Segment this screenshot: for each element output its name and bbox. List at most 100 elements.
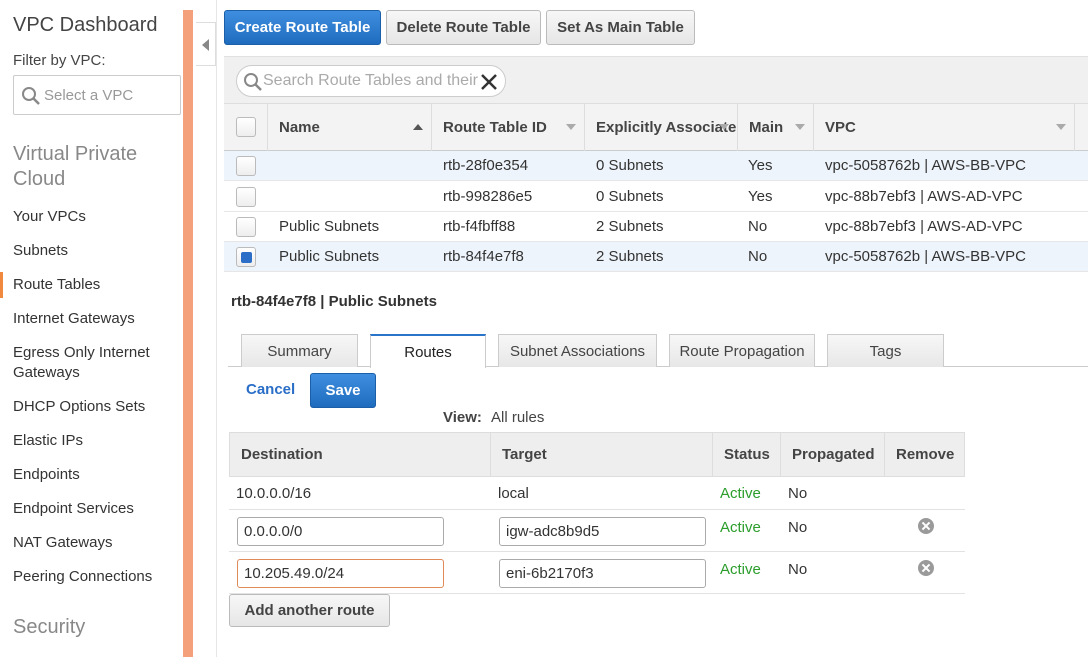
route-propagated: No [788,561,808,578]
cancel-link[interactable]: Cancel [246,381,295,398]
sidebar-item-your-vpcs[interactable]: Your VPCs [13,207,178,227]
target-input[interactable] [499,559,706,588]
cell-explicitly-associated: 0 Subnets [596,188,664,205]
column-label: Route Table ID [443,119,547,136]
view-select[interactable]: All rules [491,409,544,426]
cell-explicitly-associated: 0 Subnets [596,157,664,174]
create-route-table-button[interactable]: Create Route Table [224,10,381,45]
column-header-target: Target [491,433,713,476]
route-status: Active [720,519,761,536]
section-security[interactable]: Security [13,615,85,640]
sidebar-title[interactable]: VPC Dashboard [13,14,158,37]
row-checkbox[interactable] [236,156,256,176]
route-destination: 10.0.0.0/16 [236,485,312,502]
detail-title: rtb-84f4e7f8 | Public Subnets [231,293,437,310]
save-button[interactable]: Save [310,373,376,408]
tab-subnet-associations[interactable]: Subnet Associations [498,334,657,367]
sidebar-item-internet-gateways[interactable]: Internet Gateways [13,309,178,329]
destination-input[interactable] [237,559,444,588]
clear-icon[interactable] [479,72,499,92]
collapse-sidebar-button[interactable] [196,22,216,66]
column-header-vpc[interactable]: VPC [815,104,1075,151]
add-another-route-button[interactable]: Add another route [229,594,390,627]
search-icon [22,87,40,105]
column-label: Main [749,119,784,136]
route-row: Active No [229,510,965,552]
row-checkbox[interactable] [236,247,256,267]
cell-explicitly-associated: 2 Subnets [596,218,664,235]
sort-icon [1056,124,1066,130]
sidebar-item-subnets[interactable]: Subnets [13,241,178,261]
table-row[interactable]: rtb-28f0e354 0 Subnets Yes vpc-5058762b … [224,151,1088,181]
table-row[interactable]: Public Subnets rtb-f4fbff88 2 Subnets No… [224,212,1088,242]
target-input[interactable] [499,517,706,546]
tab-summary[interactable]: Summary [241,334,358,367]
view-label: View: [443,409,482,426]
cell-route-table-id: rtb-28f0e354 [443,157,529,174]
select-all-cell [224,104,268,151]
sidebar-resize-strip[interactable] [183,10,193,657]
sidebar-item-route-tables[interactable]: Route Tables [13,275,178,295]
tab-route-propagation[interactable]: Route Propagation [669,334,815,367]
route-target: local [498,485,529,502]
column-header-route-table-id[interactable]: Route Table ID [433,104,585,151]
remove-icon[interactable] [918,518,934,534]
sidebar-item-dhcp-options-sets[interactable]: DHCP Options Sets [13,397,178,417]
sidebar-item-endpoints[interactable]: Endpoints [13,465,178,485]
route-row: Active No [229,552,965,594]
cell-route-table-id: rtb-84f4e7f8 [443,248,524,265]
tab-routes[interactable]: Routes [370,334,486,368]
collapse-icon [202,39,209,51]
sidebar-item-nat-gateways[interactable]: NAT Gateways [13,533,178,553]
row-checkbox[interactable] [236,217,256,237]
route-row: 10.0.0.0/16 local Active No [229,477,965,510]
sort-icon [795,124,805,130]
select-all-checkbox[interactable] [236,117,256,137]
sort-icon [719,124,729,130]
sort-icon [413,124,423,130]
cell-vpc: vpc-5058762b | AWS-BB-VPC [825,248,1026,265]
route-status: Active [720,485,761,502]
sort-icon [566,124,576,130]
cell-name: Public Subnets [279,218,380,235]
table-row[interactable]: rtb-998286e5 0 Subnets Yes vpc-88b7ebf3 … [224,182,1088,212]
routes-header: Destination Target Status Propagated Rem… [229,432,965,477]
sidebar-item-elastic-ips[interactable]: Elastic IPs [13,431,178,451]
active-indicator [0,272,3,298]
cell-explicitly-associated: 2 Subnets [596,248,664,265]
delete-route-table-button[interactable]: Delete Route Table [386,10,541,45]
set-as-main-table-button[interactable]: Set As Main Table [546,10,695,45]
column-header-destination: Destination [230,433,491,476]
route-propagated: No [788,485,808,502]
table-row[interactable]: Public Subnets rtb-84f4e7f8 2 Subnets No… [224,242,1088,272]
column-header-explicitly-associated[interactable]: Explicitly Associated With [586,104,738,151]
cell-main: No [748,248,768,265]
sidebar-item-endpoint-services[interactable]: Endpoint Services [13,499,178,519]
search-placeholder: Search Route Tables and their [263,72,478,89]
sidebar-item-egress-only-internet-gateways[interactable]: Egress Only Internet Gateways [13,343,178,383]
remove-icon[interactable] [918,560,934,576]
cell-vpc: vpc-5058762b | AWS-BB-VPC [825,157,1026,174]
column-header-name[interactable]: Name [269,104,432,151]
cell-route-table-id: rtb-f4fbff88 [443,218,516,235]
row-checkbox[interactable] [236,187,256,207]
sidebar-item-peering-connections[interactable]: Peering Connections [13,567,178,587]
search-input[interactable]: Search Route Tables and their [236,65,506,97]
route-propagated: No [788,519,808,536]
sidebar: VPC Dashboard Filter by VPC: Select a VP… [0,0,183,657]
vpc-filter-select[interactable]: Select a VPC [13,75,181,115]
filter-label: Filter by VPC: [13,52,106,69]
cell-main: No [748,218,768,235]
column-header-remove: Remove [896,446,955,463]
cell-main: Yes [748,188,773,205]
filter-placeholder: Select a VPC [44,87,134,104]
column-header-main[interactable]: Main [739,104,814,151]
tab-tags[interactable]: Tags [827,334,944,367]
section-virtual-private-cloud[interactable]: Virtual Private Cloud [13,142,163,192]
cell-main: Yes [748,157,773,174]
divider [216,0,217,657]
column-header-status: Status [713,433,781,476]
destination-input[interactable] [237,517,444,546]
route-status: Active [720,561,761,578]
cell-vpc: vpc-88b7ebf3 | AWS-AD-VPC [825,188,1023,205]
